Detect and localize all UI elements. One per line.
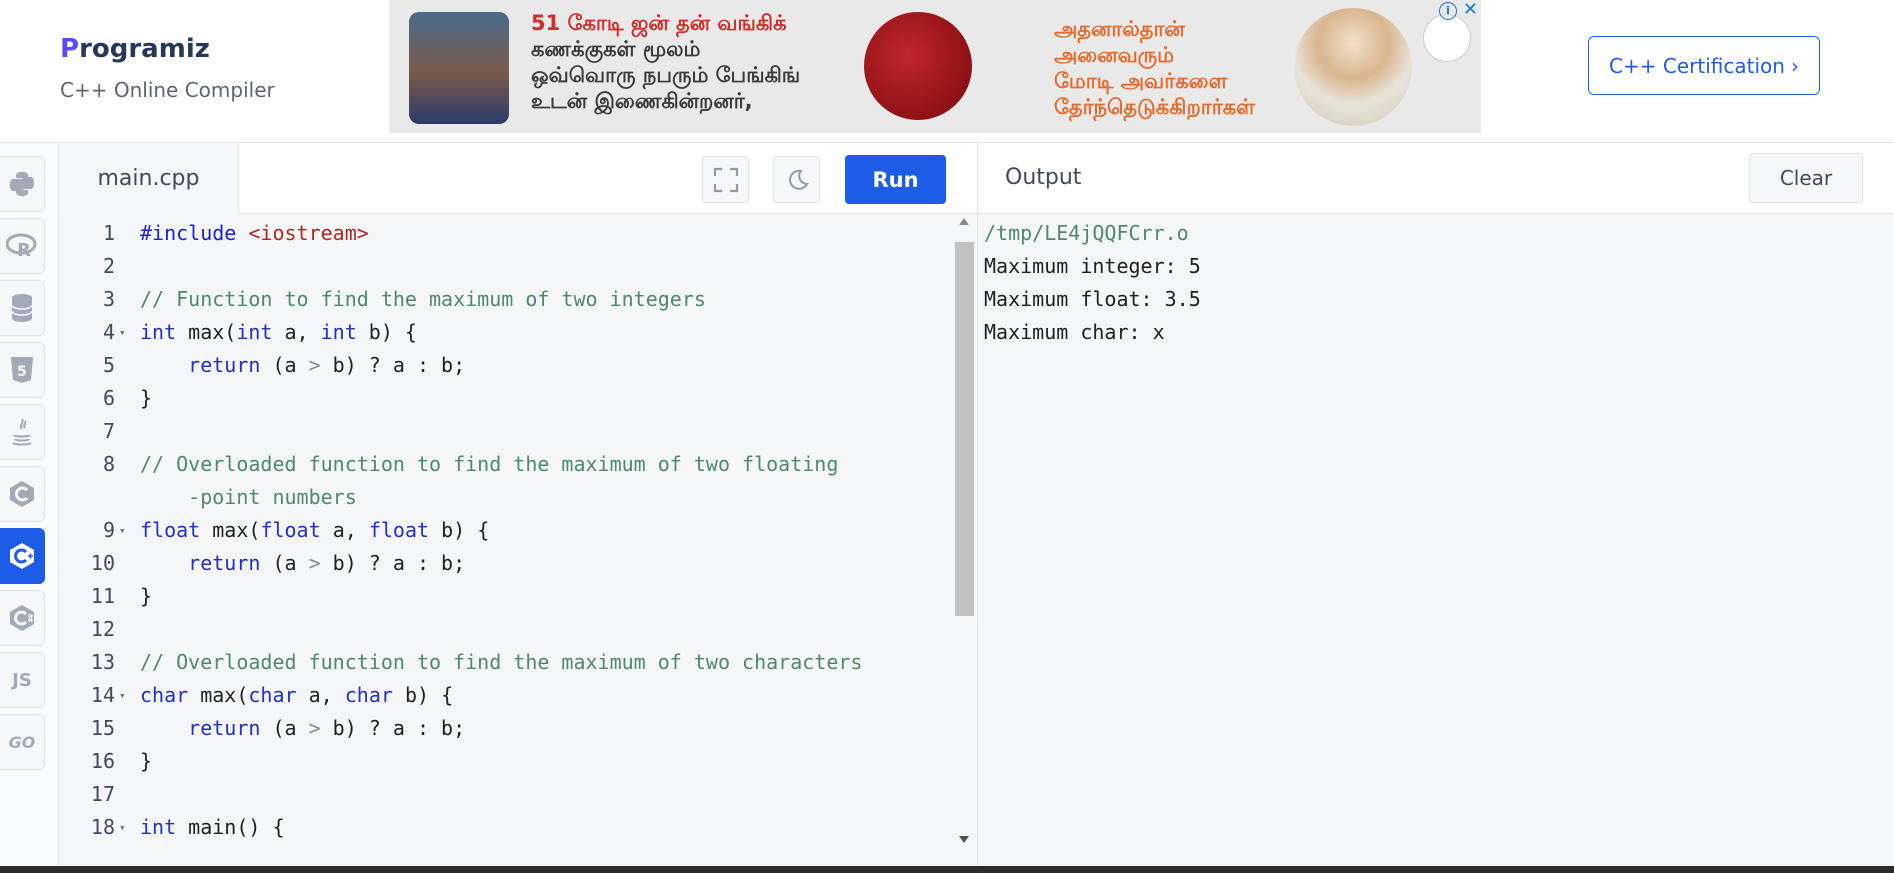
fold-arrow-icon[interactable]: ▾ <box>119 811 126 844</box>
scroll-up-arrow-icon[interactable] <box>959 218 969 225</box>
output-line: Maximum float: 3.5 <box>984 287 1201 311</box>
output-line: Maximum integer: 5 <box>984 254 1201 278</box>
code-line: 12 <box>90 617 115 641</box>
moon-icon <box>788 169 809 190</box>
ad-lotus-logo <box>1423 14 1471 62</box>
ad-text-line: கணக்குகள் மூலம் <box>531 37 701 61</box>
ad-seal-image <box>864 12 972 120</box>
sidebar-item-js[interactable]: JS <box>0 652 45 708</box>
svg-text:R: R <box>17 240 31 259</box>
output-header: Output Clear <box>978 143 1894 214</box>
cpp-icon <box>10 543 34 569</box>
sidebar-item-cpp[interactable] <box>0 528 45 584</box>
code-line: 6} <box>102 386 153 410</box>
code-line-wrap: -point numbers <box>188 485 357 509</box>
sidebar-item-r[interactable]: R <box>0 218 45 274</box>
sidebar-item-c[interactable] <box>0 466 45 522</box>
code-line: 11} <box>90 584 153 608</box>
programiz-logo[interactable]: Programiz <box>60 34 210 64</box>
output-panel: Output Clear /tmp/LE4jQQFCrr.o Maximum i… <box>977 143 1894 873</box>
ad-text-line: அனைவரும் <box>1054 43 1175 67</box>
fold-arrow-icon[interactable]: ▾ <box>119 316 126 349</box>
cert-button-label: C++ Certification <box>1609 53 1785 78</box>
ad-info-icon[interactable]: i <box>1439 2 1457 20</box>
code-line: 8// Overloaded function to find the maxi… <box>102 452 839 476</box>
svg-text:5: 5 <box>17 364 27 380</box>
code-line: 7 <box>102 419 115 443</box>
output-line: /tmp/LE4jQQFCrr.o <box>984 221 1189 245</box>
code-line: 16} <box>90 749 153 773</box>
sidebar-item-python[interactable] <box>0 156 45 212</box>
ad-close-icon[interactable]: ✕ <box>1463 0 1478 20</box>
fold-arrow-icon[interactable]: ▾ <box>119 679 126 712</box>
sidebar-item-csharp[interactable] <box>0 590 45 646</box>
ad-text-line: 51 கோடி ஜன் தன் வங்கிக் <box>531 11 787 35</box>
output-title: Output <box>1005 165 1082 190</box>
html5-icon: 5 <box>11 357 33 383</box>
advertisement-banner[interactable]: 51 கோடி ஜன் தன் வங்கிக் கணக்குகள் மூலம் … <box>389 0 1481 133</box>
database-icon <box>11 294 33 322</box>
java-icon <box>12 418 32 446</box>
page-subtitle: C++ Online Compiler <box>60 78 275 102</box>
code-line: 17 <box>90 782 115 806</box>
scrollbar-thumb[interactable] <box>955 242 974 616</box>
python-icon <box>10 172 34 196</box>
ad-text-line: ஒவ்வொரு நபரும் பேங்கிங் <box>531 63 801 87</box>
code-line: 18 ▾ int main() { <box>59 811 949 844</box>
fold-arrow-icon[interactable]: ▾ <box>119 514 126 547</box>
dark-mode-toggle[interactable] <box>773 156 820 203</box>
clear-button[interactable]: Clear <box>1749 153 1863 203</box>
ad-left-text: 51 கோடி ஜன் தன் வங்கிக் கணக்குகள் மூலம் … <box>531 10 800 114</box>
sidebar-item-java[interactable] <box>0 404 45 460</box>
taskbar-edge <box>0 866 1894 873</box>
cpp-certification-button[interactable]: C++ Certification › <box>1588 36 1820 95</box>
csharp-icon <box>10 605 34 631</box>
code-area[interactable]: 1 #include <iostream> 2 3// Function to f… <box>59 214 977 873</box>
ad-text-line: மோடி அவர்களை <box>1054 69 1228 93</box>
ad-right-text: அதனால்தான் அனைவரும் மோடி அவர்களை தேர்ந்த… <box>1054 16 1255 120</box>
chevron-right-icon: › <box>1790 53 1799 78</box>
code-line: 15 return (a > b) ? a : b; <box>90 716 466 740</box>
editor-toolbar: main.cpp Run <box>59 143 977 214</box>
code-line: 10 return (a > b) ? a : b; <box>90 551 466 575</box>
sidebar-item-html[interactable]: 5 <box>0 342 45 398</box>
code-line: 4 ▾ int max(int a, int b) { <box>59 316 949 349</box>
expand-icon <box>713 167 738 192</box>
r-icon: R <box>6 233 37 259</box>
code-editor-panel: main.cpp Run 1 #include <iostream> 2 3// … <box>59 143 977 873</box>
sidebar-item-go[interactable]: GO <box>0 714 45 770</box>
code-line: 1 #include <iostream> <box>102 221 369 245</box>
ad-text-line: அதனால்தான் <box>1054 17 1185 41</box>
ad-person-image <box>409 12 509 124</box>
tab-main-cpp[interactable]: main.cpp <box>59 143 239 214</box>
run-button[interactable]: Run <box>845 155 946 204</box>
js-icon: JS <box>12 669 32 691</box>
sidebar-item-sql[interactable] <box>0 280 45 336</box>
ad-portrait-image <box>1294 8 1412 126</box>
scroll-down-arrow-icon[interactable] <box>959 836 969 843</box>
fullscreen-button[interactable] <box>702 156 749 203</box>
code-line: 5 return (a > b) ? a : b; <box>102 353 466 377</box>
go-icon: GO <box>8 732 36 752</box>
editor-scrollbar[interactable] <box>952 214 977 873</box>
ad-text-line: உடன் இணைகின்றனர், <box>531 89 753 113</box>
output-line: Maximum char: x <box>984 320 1165 344</box>
top-header: Programiz C++ Online Compiler 51 கோடி ஜன… <box>0 0 1894 143</box>
language-sidebar: R 5 JS GO <box>0 143 59 873</box>
ad-text-line: தேர்ந்தெடுக்கிறார்கள் <box>1054 95 1256 119</box>
output-console[interactable]: /tmp/LE4jQQFCrr.o Maximum integer: 5 Max… <box>978 214 1894 873</box>
code-line: 14 ▾ char max(char a, char b) { <box>59 679 949 712</box>
code-line: 9 ▾ float max(float a, float b) { <box>59 514 949 547</box>
code-line: 2 <box>102 254 115 278</box>
code-line: 3// Function to find the maximum of two … <box>102 287 706 311</box>
c-icon <box>10 481 34 507</box>
code-line: 13// Overloaded function to find the max… <box>90 650 863 674</box>
